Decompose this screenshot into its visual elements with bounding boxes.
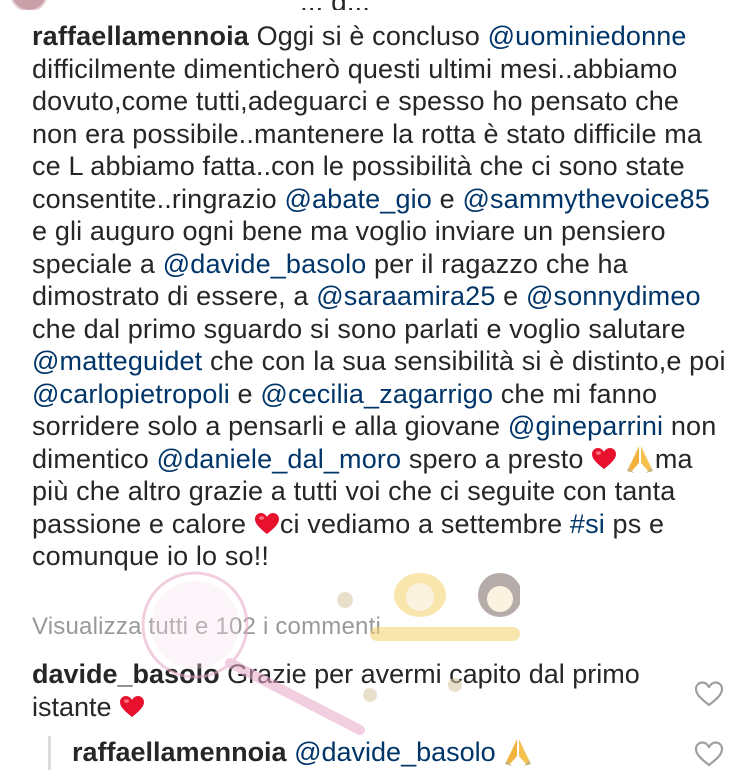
mention-link[interactable]: @uominiedonne	[488, 21, 687, 51]
mention-link[interactable]: @gineparrini	[508, 411, 663, 441]
reply-indent-bar	[48, 736, 51, 770]
reply-like-heart-icon[interactable]	[694, 740, 724, 768]
caption-text: e	[431, 183, 463, 214]
comment-like-heart-icon[interactable]	[694, 680, 724, 708]
caption-text: e	[229, 378, 261, 409]
pray-emoji-icon	[503, 736, 533, 766]
post-caption: raffaellamennoia Oggi si è concluso @uom…	[32, 20, 732, 573]
caption-text: ci vediamo a settembre	[279, 508, 570, 539]
top-cut-strip: ... g...	[0, 0, 750, 10]
mention-link[interactable]: @cecilia_zagarrigo	[260, 379, 493, 409]
heart-emoji-icon	[254, 511, 280, 535]
hashtag-link[interactable]: #si	[570, 509, 605, 539]
mention-link[interactable]: @sammythevoice85	[462, 184, 709, 214]
caption-text: che con la sua sensibilità si è distinto…	[202, 346, 726, 376]
avatar[interactable]	[10, 0, 48, 10]
caption-text	[617, 444, 625, 474]
caption-username[interactable]: raffaellamennoia	[32, 21, 249, 51]
mention-link[interactable]: @abate_gio	[284, 184, 432, 214]
comment-username[interactable]: davide_basolo	[32, 659, 220, 689]
mention-link[interactable]: @saraamira25	[316, 281, 495, 311]
pray-emoji-icon	[625, 443, 655, 473]
caption-text: che dal primo sguardo si sono parlati e …	[32, 313, 686, 344]
mention-link[interactable]: @sonnydimeo	[526, 281, 701, 311]
reply-comment: raffaellamennoia @davide_basolo	[72, 736, 692, 769]
caption-text: Oggi si è concluso	[248, 21, 488, 51]
mention-link[interactable]: @carlopietropoli	[32, 379, 230, 409]
reply-mention[interactable]: @davide_basolo	[294, 737, 496, 767]
view-all-comments-link[interactable]: Visualizza tutti e 102 i commenti	[32, 613, 381, 641]
mention-link[interactable]: @davide_basolo	[163, 249, 367, 279]
watermark-logo	[141, 571, 520, 735]
top-fragment-text: ... g...	[300, 0, 370, 10]
caption-text: spero a presto	[401, 443, 592, 474]
reply-username[interactable]: raffaellamennoia	[72, 737, 287, 767]
caption-text: e	[495, 281, 526, 311]
heart-emoji-icon	[591, 446, 617, 470]
mention-link[interactable]: @matteguidet	[32, 346, 202, 376]
heart-emoji-icon	[119, 694, 145, 718]
comment: davide_basolo Grazie per avermi capito d…	[32, 658, 692, 723]
mention-link[interactable]: @daniele_dal_moro	[157, 444, 402, 474]
